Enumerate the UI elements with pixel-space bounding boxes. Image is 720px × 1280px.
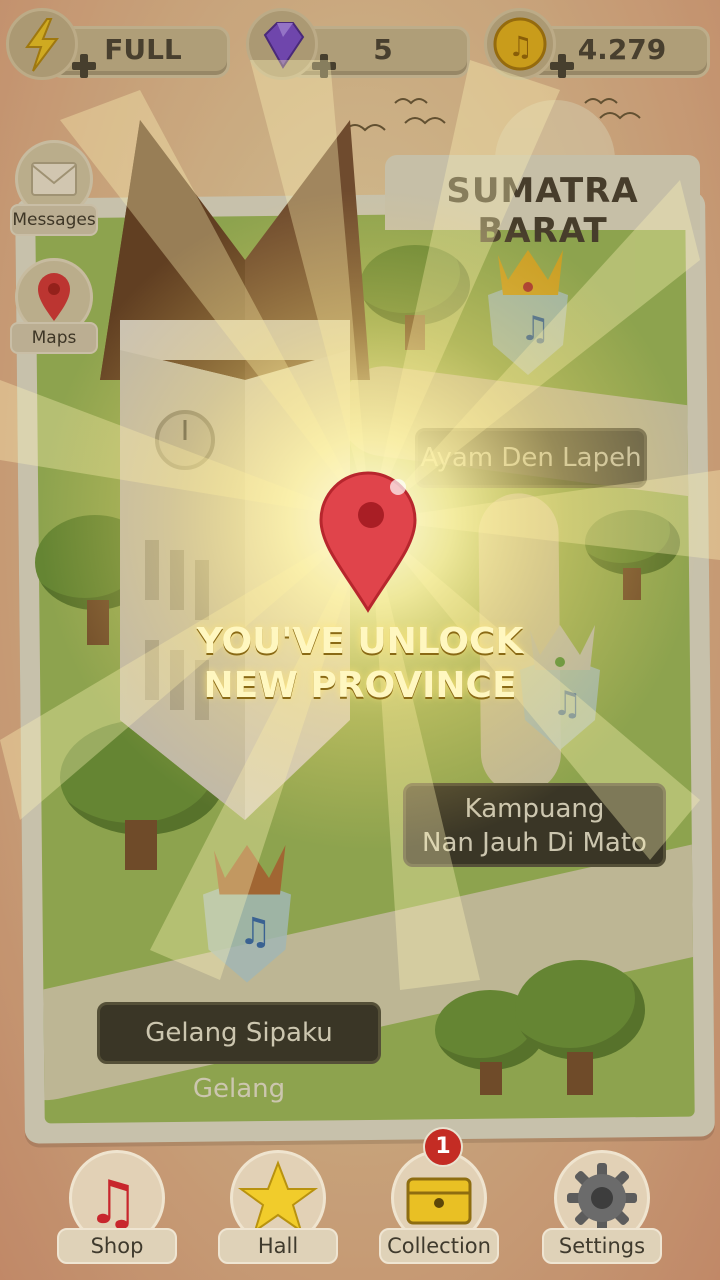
song-label-gelang[interactable]: Gelang Sipaku Gelang [97, 1002, 381, 1104]
unlock-line1: YOU'VE UNLOCK [196, 621, 524, 662]
shop-button[interactable]: ♫ Shop [57, 1150, 177, 1275]
maps-label: Maps [10, 322, 98, 354]
tree [515, 960, 645, 1095]
settings-label: Settings [542, 1228, 662, 1264]
maps-button[interactable]: Maps [10, 258, 98, 354]
music-coin-icon: ♫ [484, 8, 556, 80]
add-gems-icon[interactable] [310, 52, 338, 80]
gems-resource[interactable]: 5 [246, 8, 470, 80]
lightning-icon [6, 8, 78, 80]
add-coins-icon[interactable] [548, 52, 576, 80]
song-label-kampuang[interactable]: Kampuang Nan Jauh Di Mato [403, 783, 666, 867]
gem-icon [246, 8, 318, 80]
unlocked-map-pin-icon [319, 471, 417, 613]
unlock-message: YOU'VE UNLOCK NEW PROVINCE [0, 620, 720, 708]
hall-label: Hall [218, 1228, 338, 1264]
svg-text:♫: ♫ [238, 909, 272, 953]
unlock-line2: NEW PROVINCE [203, 665, 517, 706]
hall-button[interactable]: Hall [218, 1150, 338, 1275]
messages-button[interactable]: Messages [10, 140, 98, 236]
collection-label: Collection [379, 1228, 499, 1264]
svg-text:♫: ♫ [508, 30, 533, 63]
song-medal-gold[interactable]: ♫ [478, 225, 578, 375]
song-medal-bronze[interactable]: ♫ [192, 815, 302, 985]
song-title: Ayam Den Lapeh [420, 443, 642, 473]
coins-resource[interactable]: 4.279 ♫ [484, 8, 710, 80]
energy-resource[interactable]: FULL [6, 8, 230, 80]
tree [585, 510, 680, 600]
song-label-ayam-den-lapeh[interactable]: Ayam Den Lapeh [415, 428, 647, 488]
collection-badge: 1 [423, 1127, 463, 1167]
add-energy-icon[interactable] [70, 52, 98, 80]
shop-label: Shop [57, 1228, 177, 1264]
collection-button[interactable]: Collection [379, 1150, 499, 1275]
province-banner: SUMATRA BARAT [385, 155, 700, 251]
bottom-nav: ♫ Shop Hall Collection Settings [0, 1140, 720, 1280]
song-title-line2: Nan Jauh Di Mato [422, 828, 647, 858]
svg-text:♫: ♫ [520, 309, 550, 349]
settings-button[interactable]: Settings [542, 1150, 662, 1275]
song-title-line1: Kampuang [464, 794, 605, 824]
messages-label: Messages [10, 204, 98, 236]
